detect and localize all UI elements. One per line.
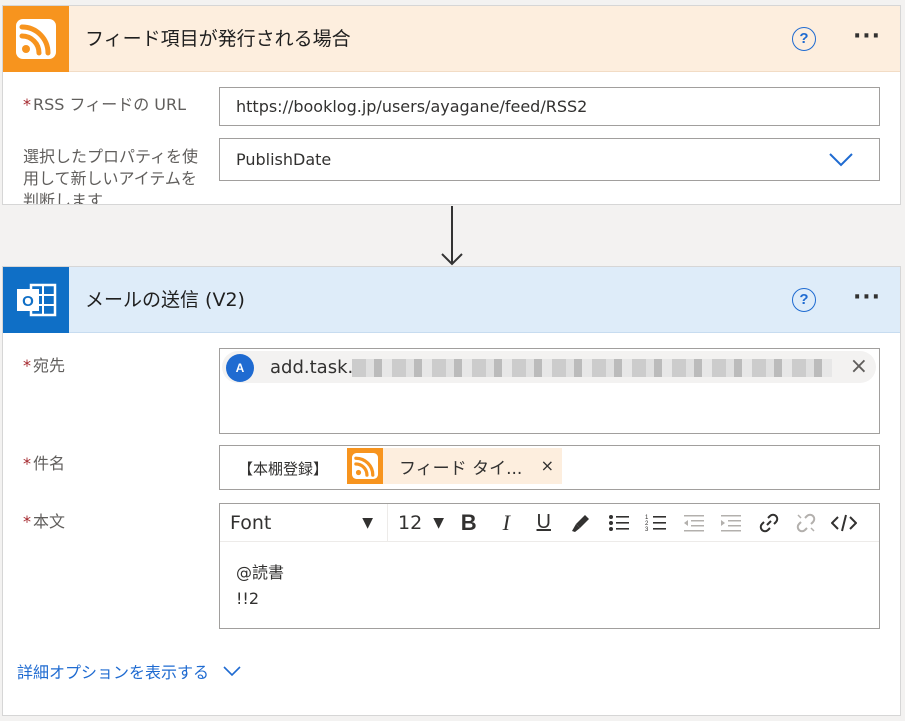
avatar: A	[226, 354, 254, 382]
action-header[interactable]: O メールの送信 (V2) ? ···	[3, 267, 900, 333]
outdent-icon[interactable]	[675, 504, 713, 542]
svg-text:3: 3	[645, 527, 649, 533]
property-label: 選択したプロパティを使用して新しいアイテムを判断します	[23, 147, 199, 205]
rss-icon	[3, 6, 69, 72]
trigger-title: フィード項目が発行される場合	[85, 28, 351, 50]
token-label: フィード タイ...	[399, 458, 523, 479]
svg-text:O: O	[22, 293, 34, 310]
numbered-list-icon[interactable]: 123	[638, 504, 676, 542]
font-size-dropdown[interactable]: 12 ▼	[388, 504, 450, 542]
chevron-down-icon	[223, 665, 241, 676]
brush-icon[interactable]	[563, 504, 601, 542]
caret-down-icon: ▼	[433, 514, 444, 531]
subject-input[interactable]: 【本棚登録】 フィード タイ... ×	[219, 445, 880, 490]
italic-icon[interactable]: I	[488, 504, 526, 542]
property-dropdown[interactable]: PublishDate	[219, 138, 880, 181]
link-icon[interactable]	[750, 504, 788, 542]
caret-down-icon: ▼	[362, 514, 373, 531]
editor-toolbar: Font ▼ 12 ▼ B I U 123	[220, 503, 879, 542]
body-content[interactable]: @読書 !!2	[236, 560, 284, 612]
outlook-icon: O	[3, 267, 69, 333]
more-icon[interactable]: ···	[850, 287, 884, 317]
help-icon[interactable]: ?	[792, 27, 816, 51]
body-editor[interactable]: Font ▼ 12 ▼ B I U 123 @読書 !!2	[219, 503, 880, 629]
action-title: メールの送信 (V2)	[85, 289, 245, 311]
subject-prefix: 【本棚登録】	[238, 460, 329, 478]
font-dropdown[interactable]: Font ▼	[220, 503, 388, 542]
show-advanced-options-link[interactable]: 詳細オプションを表示する	[17, 659, 241, 683]
subject-label: * 件名	[23, 454, 66, 473]
close-icon[interactable]: ×	[850, 351, 868, 383]
code-view-icon[interactable]	[825, 504, 863, 542]
recipient-text: add.task.	[270, 357, 354, 378]
trigger-card: フィード項目が発行される場合 ? ··· * RSS フィードの URL http…	[2, 5, 901, 205]
chevron-down-icon	[829, 152, 853, 166]
trigger-header[interactable]: フィード項目が発行される場合 ? ···	[3, 6, 900, 72]
connector-arrow	[441, 206, 463, 266]
body-label: * 本文	[23, 512, 66, 531]
rss-url-label: * RSS フィードの URL	[23, 95, 187, 114]
bold-icon[interactable]: B	[450, 504, 488, 542]
to-label: * 宛先	[23, 356, 66, 375]
rss-url-input[interactable]: https://booklog.jp/users/ayagane/feed/RS…	[219, 87, 880, 126]
action-card: O メールの送信 (V2) ? ··· * 宛先 A add.task. × * 件…	[2, 266, 901, 716]
close-icon[interactable]: ×	[541, 456, 554, 475]
dynamic-content-token[interactable]: フィード タイ... ×	[347, 448, 562, 484]
to-input[interactable]: A add.task. ×	[219, 348, 880, 434]
unlink-icon[interactable]	[788, 504, 826, 542]
redacted-address	[352, 359, 832, 377]
underline-icon[interactable]: U	[525, 504, 563, 542]
required-marker: *	[23, 512, 31, 531]
help-icon[interactable]: ?	[792, 288, 816, 312]
rss-icon	[347, 448, 383, 484]
indent-icon[interactable]	[713, 504, 751, 542]
more-icon[interactable]: ···	[850, 26, 884, 56]
required-marker: *	[23, 454, 31, 473]
flow-designer: フィード項目が発行される場合 ? ··· * RSS フィードの URL http…	[0, 0, 905, 721]
bullet-list-icon[interactable]	[600, 504, 638, 542]
required-marker: *	[23, 95, 31, 114]
required-marker: *	[23, 356, 31, 375]
recipient-chip[interactable]: A add.task. ×	[222, 351, 876, 383]
